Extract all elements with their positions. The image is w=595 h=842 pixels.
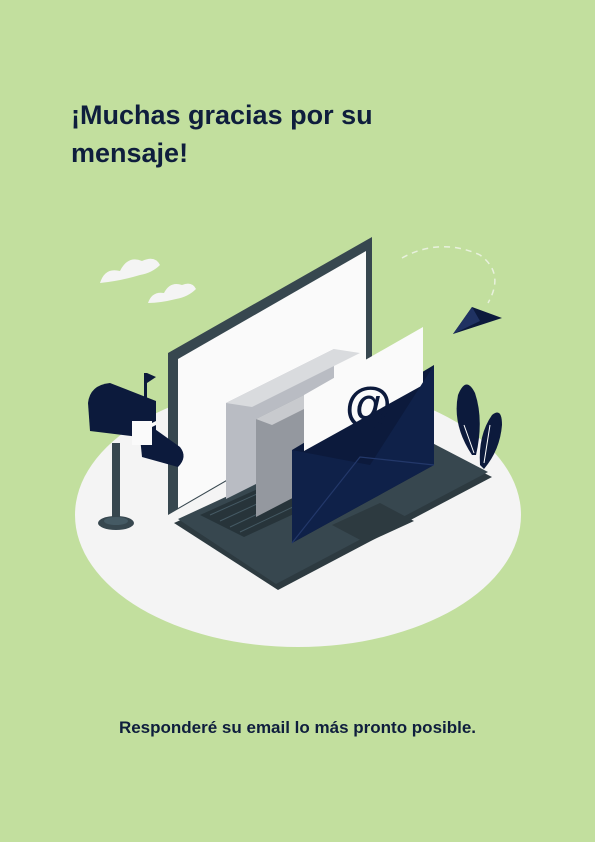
email-illustration: @ [75,237,521,647]
paper-plane-icon [453,307,502,334]
cloud-icon [100,258,160,283]
page-title: ¡Muchas gracias por su mensaje! [71,100,373,168]
thank-you-page: ¡Muchas gracias por su mensaje! @ Respon… [0,0,595,842]
at-symbol: @ [345,379,392,432]
flight-path [401,246,496,304]
reply-message: Responderé su email lo más pronto posibl… [118,718,477,737]
cloud-icon [148,283,196,303]
